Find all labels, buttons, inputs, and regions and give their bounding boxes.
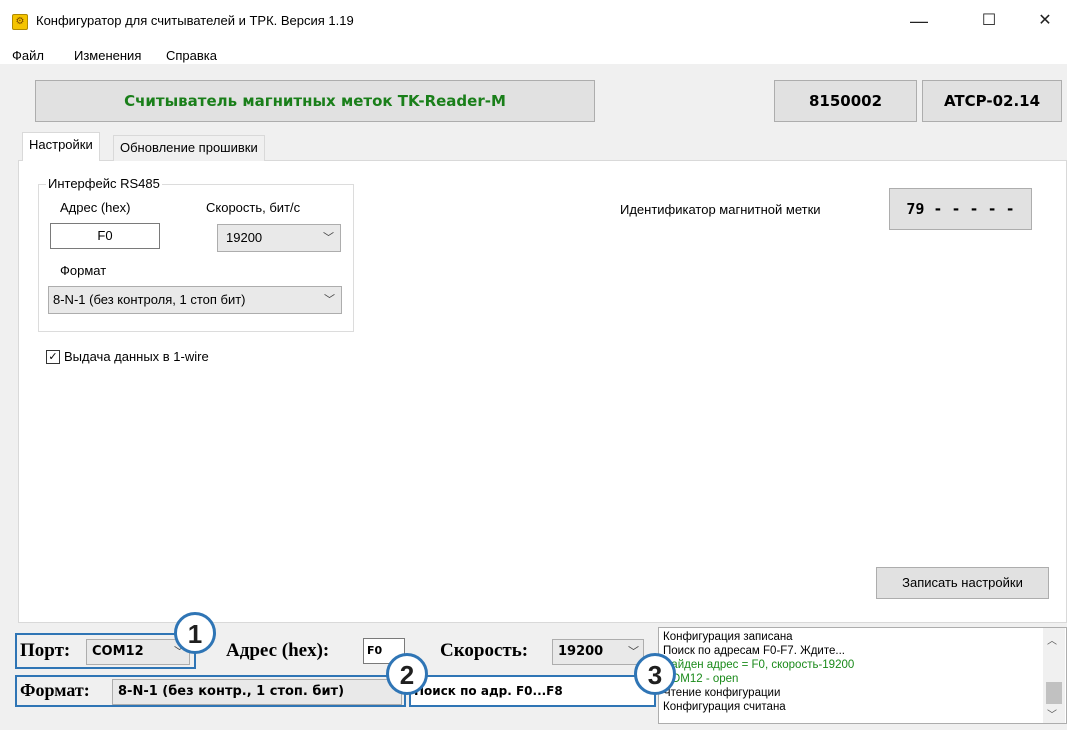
tag-id-label: Идентификатор магнитной метки (620, 202, 821, 217)
baud-rate-value: 19200 (226, 230, 263, 245)
baud-rate-select[interactable]: 19200 ﹀ (217, 224, 341, 252)
log-list[interactable]: Конфигурация записана Поиск по адресам F… (658, 627, 1067, 724)
onewire-label: Выдача данных в 1-wire (64, 349, 209, 364)
log-line: Поиск по адресам F0-F7. Ждите... (663, 645, 845, 657)
speed-label: Скорость, бит/с (206, 200, 301, 215)
status-address-label: Адрес (hex): (226, 640, 330, 661)
serial-number-button[interactable]: 8150002 (774, 80, 917, 122)
callout-badge-3: 3 (634, 653, 676, 695)
tab-settings[interactable]: Настройки (22, 132, 100, 161)
callout-badge-1: 1 (174, 612, 216, 654)
menu-bar (0, 40, 1067, 64)
window-title: Конфигуратор для считывателей и ТРК. Вер… (36, 13, 354, 28)
port-label: Порт: (20, 640, 71, 661)
maximize-button[interactable]: ☐ (966, 6, 1012, 36)
search-range-text: Поиск по адр. F0...F8 (414, 684, 563, 698)
log-line: Конфигурация записана (663, 631, 793, 643)
log-scroll-thumb[interactable] (1046, 682, 1062, 704)
tag-id-value: 79 - - - - - (889, 188, 1032, 230)
minimize-button[interactable]: — (896, 6, 942, 36)
address-label: Адрес (hex) (60, 200, 131, 215)
port-value: COM12 (92, 644, 144, 659)
onewire-checkbox[interactable]: ✓ (46, 350, 60, 364)
log-line: Конфигурация считана (663, 701, 786, 713)
scroll-down-icon[interactable]: ﹀ (1047, 706, 1057, 721)
format-label: Формат (60, 263, 107, 278)
firmware-version-button[interactable]: ATCP-02.14 (922, 80, 1062, 122)
close-button[interactable]: ✕ (1022, 6, 1067, 36)
status-speed-label: Скорость: (440, 640, 529, 661)
callout-badge-2: 2 (386, 653, 428, 695)
menu-file[interactable]: Файл (12, 48, 44, 63)
status-speed-value: 19200 (558, 644, 604, 659)
port-select[interactable]: COM12 ﹀ (86, 639, 190, 665)
address-input[interactable]: F0 (50, 223, 160, 249)
status-format-value: 8-N-1 (без контр., 1 стоп. бит) (118, 684, 345, 699)
status-format-select[interactable]: 8-N-1 (без контр., 1 стоп. бит) (112, 679, 402, 705)
log-line: Найден адрес = F0, скорость-19200 (663, 659, 855, 671)
menu-help[interactable]: Справка (166, 48, 217, 63)
rs485-group-title: Интерфейс RS485 (46, 176, 162, 191)
tab-firmware-update[interactable]: Обновление прошивки (113, 135, 265, 161)
chevron-down-icon: ﹀ (323, 232, 334, 244)
format-select[interactable]: 8-N-1 (без контроля, 1 стоп бит) ﹀ (48, 286, 342, 314)
menu-edit[interactable]: Изменения (74, 48, 141, 63)
device-name-button[interactable]: Считыватель магнитных меток TK-Reader-M (35, 80, 595, 122)
app-icon: ⚙ (12, 14, 28, 30)
log-line: Чтение конфигурации (663, 687, 781, 699)
status-speed-select[interactable]: 19200 ﹀ (552, 639, 644, 665)
status-format-label: Формат: (20, 680, 90, 700)
scroll-up-icon[interactable]: ︿ (1047, 632, 1057, 647)
chevron-down-icon: ﹀ (324, 294, 335, 306)
format-value: 8-N-1 (без контроля, 1 стоп бит) (53, 292, 246, 307)
save-settings-button[interactable]: Записать настройки (876, 567, 1049, 599)
